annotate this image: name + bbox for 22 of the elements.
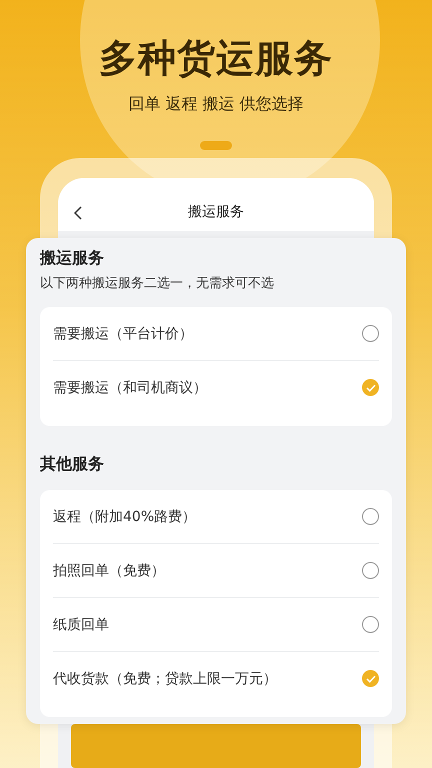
checkbox[interactable]: [362, 616, 379, 633]
screen-title: 搬运服务: [188, 202, 244, 220]
promo-title: 多种货运服务: [99, 35, 333, 82]
option-label: 返程（附加40%路费）: [53, 508, 196, 526]
radio-button[interactable]: [362, 379, 379, 396]
option-label: 代收货款（免费；贷款上限一万元）: [53, 670, 277, 688]
option-label: 拍照回单（免费）: [53, 562, 165, 580]
option-label: 需要搬运（和司机商议）: [53, 378, 207, 396]
checkbox[interactable]: [362, 670, 379, 687]
section-title: 搬运服务: [40, 247, 105, 269]
option-label: 需要搬运（平台计价）: [53, 324, 193, 342]
section-title: 其他服务: [40, 453, 105, 475]
check-icon: [366, 384, 376, 392]
checkbox[interactable]: [362, 562, 379, 579]
promo-subtitle: 回单 返程 搬运 供您选择: [128, 94, 304, 115]
option-label: 纸质回单: [53, 616, 109, 634]
checkbox[interactable]: [362, 508, 379, 525]
back-icon[interactable]: [74, 206, 82, 220]
section-note: 以下两种搬运服务二选一，无需求可不选: [40, 275, 275, 293]
radio-button[interactable]: [362, 325, 379, 342]
check-icon: [366, 674, 376, 682]
page-indicator: [200, 141, 232, 150]
